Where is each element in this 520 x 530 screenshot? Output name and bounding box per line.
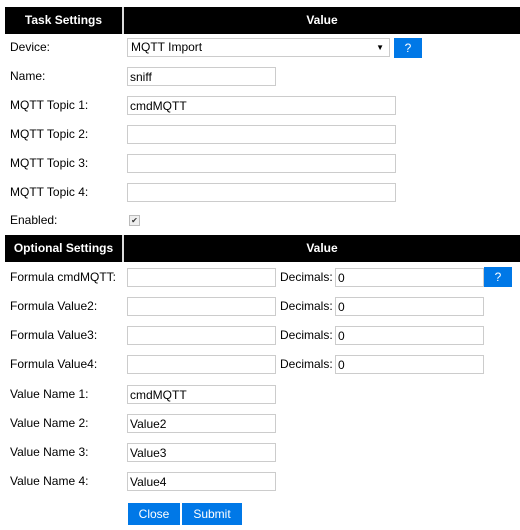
mqtt-topic-3-input[interactable] — [127, 154, 396, 173]
device-help-button[interactable]: ? — [394, 38, 422, 58]
mqtt-topic-1-input[interactable] — [127, 96, 396, 115]
task-settings-heading: Task Settings — [24, 13, 103, 27]
value-heading: Value — [306, 13, 338, 27]
formula-value3-label: Formula Value3: — [10, 328, 98, 342]
decimals-1-input[interactable] — [335, 268, 484, 287]
optional-settings-heading: Optional Settings — [13, 241, 114, 255]
decimals-label: Decimals: — [280, 299, 333, 313]
close-button[interactable]: Close — [128, 503, 180, 525]
formula-value3-input[interactable] — [127, 326, 276, 345]
device-select-value: MQTT Import — [131, 40, 203, 54]
formula-help-button[interactable]: ? — [484, 267, 512, 287]
device-label: Device: — [10, 40, 51, 54]
mqtt-topic-2-input[interactable] — [127, 125, 396, 144]
value-name-2-label: Value Name 2: — [10, 416, 89, 430]
formula-value4-input[interactable] — [127, 355, 276, 374]
mqtt-topic-4-label: MQTT Topic 4: — [10, 185, 89, 199]
formula-value4-label: Formula Value4: — [10, 357, 98, 371]
value-name-4-label: Value Name 4: — [10, 474, 89, 488]
value-heading: Value — [306, 241, 338, 255]
value-name-1-input[interactable] — [127, 385, 276, 404]
formula-value2-label: Formula Value2: — [10, 299, 98, 313]
value-name-3-input[interactable] — [127, 443, 276, 462]
mqtt-topic-4-input[interactable] — [127, 183, 396, 202]
decimals-label: Decimals: — [280, 357, 333, 371]
optional-settings-header: Optional Settings Value — [5, 235, 520, 262]
enabled-label: Enabled: — [10, 213, 58, 227]
name-label: Name: — [10, 69, 46, 83]
device-select[interactable]: MQTT Import ▼ — [127, 38, 390, 57]
mqtt-topic-2-label: MQTT Topic 2: — [10, 127, 89, 141]
value-name-2-input[interactable] — [127, 414, 276, 433]
decimals-label: Decimals: — [280, 270, 333, 284]
dropdown-arrow-icon: ▼ — [376, 43, 384, 52]
decimals-4-input[interactable] — [335, 355, 484, 374]
submit-button[interactable]: Submit — [182, 503, 242, 525]
value-name-1-label: Value Name 1: — [10, 387, 89, 401]
decimals-2-input[interactable] — [335, 297, 484, 316]
formula-cmdmqtt-input[interactable] — [127, 268, 276, 287]
mqtt-topic-1-label: MQTT Topic 1: — [10, 98, 89, 112]
formula-cmdmqtt-label: Formula cmdMQTT: — [10, 270, 117, 284]
enabled-checkbox[interactable]: ✔ — [129, 215, 140, 226]
decimals-3-input[interactable] — [335, 326, 484, 345]
formula-value2-input[interactable] — [127, 297, 276, 316]
name-input[interactable] — [127, 67, 276, 86]
value-name-4-input[interactable] — [127, 472, 276, 491]
decimals-label: Decimals: — [280, 328, 333, 342]
value-name-3-label: Value Name 3: — [10, 445, 89, 459]
mqtt-topic-3-label: MQTT Topic 3: — [10, 156, 89, 170]
task-settings-header: Task Settings Value — [5, 7, 520, 34]
